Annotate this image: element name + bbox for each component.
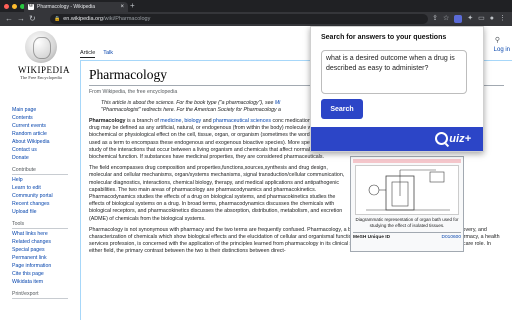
tab-article[interactable]: Article	[80, 50, 96, 58]
infobox-caption: Diagrammatic representation of organ bat…	[355, 217, 459, 228]
tab-title: Pharmacology - Wikipedia	[37, 4, 96, 10]
sidebar-item-wikidata-item[interactable]: Wikidata item	[12, 278, 76, 286]
lock-icon: 🔒	[54, 16, 61, 22]
bookmark-star-icon[interactable]: ☆	[443, 14, 449, 24]
sidebar-item-help[interactable]: Help	[12, 176, 76, 184]
sidebar-heading-contribute: Contribute	[12, 167, 68, 175]
profile-avatar-icon[interactable]: ●	[490, 14, 494, 24]
infobox-row-mesh: MeSH Unique ID D010600	[353, 232, 461, 240]
quiz-q-icon	[435, 132, 449, 145]
hatnote: This article is about the science. For t…	[101, 100, 281, 113]
new-tab-icon[interactable]: +	[130, 1, 135, 11]
quiz-plus-logo: uiz+	[435, 132, 471, 145]
content-tabs: Article Talk	[80, 50, 113, 58]
organ-bath-diagram	[366, 169, 450, 211]
close-window-icon[interactable]	[4, 4, 9, 9]
sidebar-item-about[interactable]: About Wikipedia	[12, 138, 76, 146]
sidebar-item-what-links-here[interactable]: What links here	[12, 230, 76, 238]
sidebar-item-community-portal[interactable]: Community portal	[12, 192, 76, 200]
log-in-link[interactable]: Log in	[494, 47, 510, 53]
tab-close-icon[interactable]: ×	[120, 4, 124, 10]
sidebar-item-permanent-link[interactable]: Permanent link	[12, 254, 76, 262]
sidebar-item-related-changes[interactable]: Related changes	[12, 238, 76, 246]
quiz-brand-text: uiz+	[449, 132, 471, 145]
popup-footer: uiz+	[311, 127, 483, 151]
address-bar[interactable]: 🔒 en.wikipedia.org/wiki/Pharmacology	[50, 14, 428, 24]
link-medicine[interactable]: medicine	[160, 118, 181, 124]
sidebar-item-learn-to-edit[interactable]: Learn to edit	[12, 184, 76, 192]
logo-tagline: The Free Encyclopedia	[20, 75, 62, 80]
paragraph-2: The field encompasses drug composition a…	[89, 165, 345, 222]
sidebar-item-special-pages[interactable]: Special pages	[12, 246, 76, 254]
sidebar-item-contents[interactable]: Contents	[12, 114, 76, 122]
link-biology[interactable]: biology	[184, 118, 201, 124]
sidebar-item-recent-changes[interactable]: Recent changes	[12, 200, 76, 208]
puzzle-globe-icon	[25, 31, 57, 63]
infobox: Diagrammatic representation of organ bat…	[350, 156, 464, 252]
organ-bath-diagram-image[interactable]	[355, 165, 459, 215]
infobox-header	[353, 159, 461, 163]
window-controls[interactable]	[4, 4, 25, 9]
sidebar-heading-tools: Tools	[12, 221, 68, 229]
question-input[interactable]: what is a desired outcome when a drug is…	[321, 50, 467, 94]
forward-icon[interactable]: →	[17, 14, 25, 24]
sidebar-item-cite-this-page[interactable]: Cite this page	[12, 270, 76, 278]
minimize-window-icon[interactable]	[12, 4, 17, 9]
link-pharmaceutical-sciences[interactable]: pharmaceutical sciences	[213, 118, 271, 124]
search-button[interactable]: Search	[321, 99, 363, 119]
tab-talk[interactable]: Talk	[103, 50, 113, 58]
wikipedia-logo[interactable]: WIKIPEDIA The Free Encyclopedia	[18, 31, 70, 80]
infobox-key: MeSH Unique ID	[353, 235, 391, 240]
sidebar-item-donate[interactable]: Donate	[12, 154, 76, 162]
sidebar-item-page-information[interactable]: Page information	[12, 262, 76, 270]
browser-menu-icon[interactable]: ⋮	[499, 14, 506, 24]
sidebar-item-upload-file[interactable]: Upload file	[12, 208, 76, 216]
sidebar-item-contact[interactable]: Contact us	[12, 146, 76, 154]
sidebar-item-current-events[interactable]: Current events	[12, 122, 76, 130]
search-icon[interactable]: ⚲	[495, 36, 500, 44]
wikipedia-favicon-icon: W	[28, 4, 34, 10]
sidebar: Main page Contents Current events Random…	[12, 106, 76, 300]
url-text: en.wikipedia.org/wiki/Pharmacology	[63, 16, 151, 22]
browser-tab-bar: W Pharmacology - Wikipedia × +	[0, 0, 512, 12]
browser-tab[interactable]: W Pharmacology - Wikipedia ×	[24, 2, 128, 12]
sidebar-heading-print-export: Print/export	[12, 291, 68, 299]
popup-title: Search for answers to your questions	[321, 34, 447, 41]
hatnote-link[interactable]: Mi	[275, 100, 280, 106]
sidebar-icon[interactable]: ▭	[478, 14, 485, 24]
sidebar-item-main-page[interactable]: Main page	[12, 106, 76, 114]
share-icon[interactable]: ⇪	[432, 14, 438, 24]
infobox-value-link[interactable]: D010600	[442, 235, 461, 240]
reload-icon[interactable]: ↻	[29, 14, 36, 24]
quiz-extension-popup: Search for answers to your questions wha…	[310, 26, 484, 152]
extensions-puzzle-icon[interactable]: ✦	[467, 14, 473, 24]
back-icon[interactable]: ←	[5, 14, 13, 24]
sidebar-item-random-article[interactable]: Random article	[12, 130, 76, 138]
browser-toolbar: ← → ↻ 🔒 en.wikipedia.org/wiki/Pharmacolo…	[0, 12, 512, 26]
logo-wordmark: WIKIPEDIA	[18, 65, 70, 75]
quiz-extension-icon[interactable]	[454, 15, 463, 23]
